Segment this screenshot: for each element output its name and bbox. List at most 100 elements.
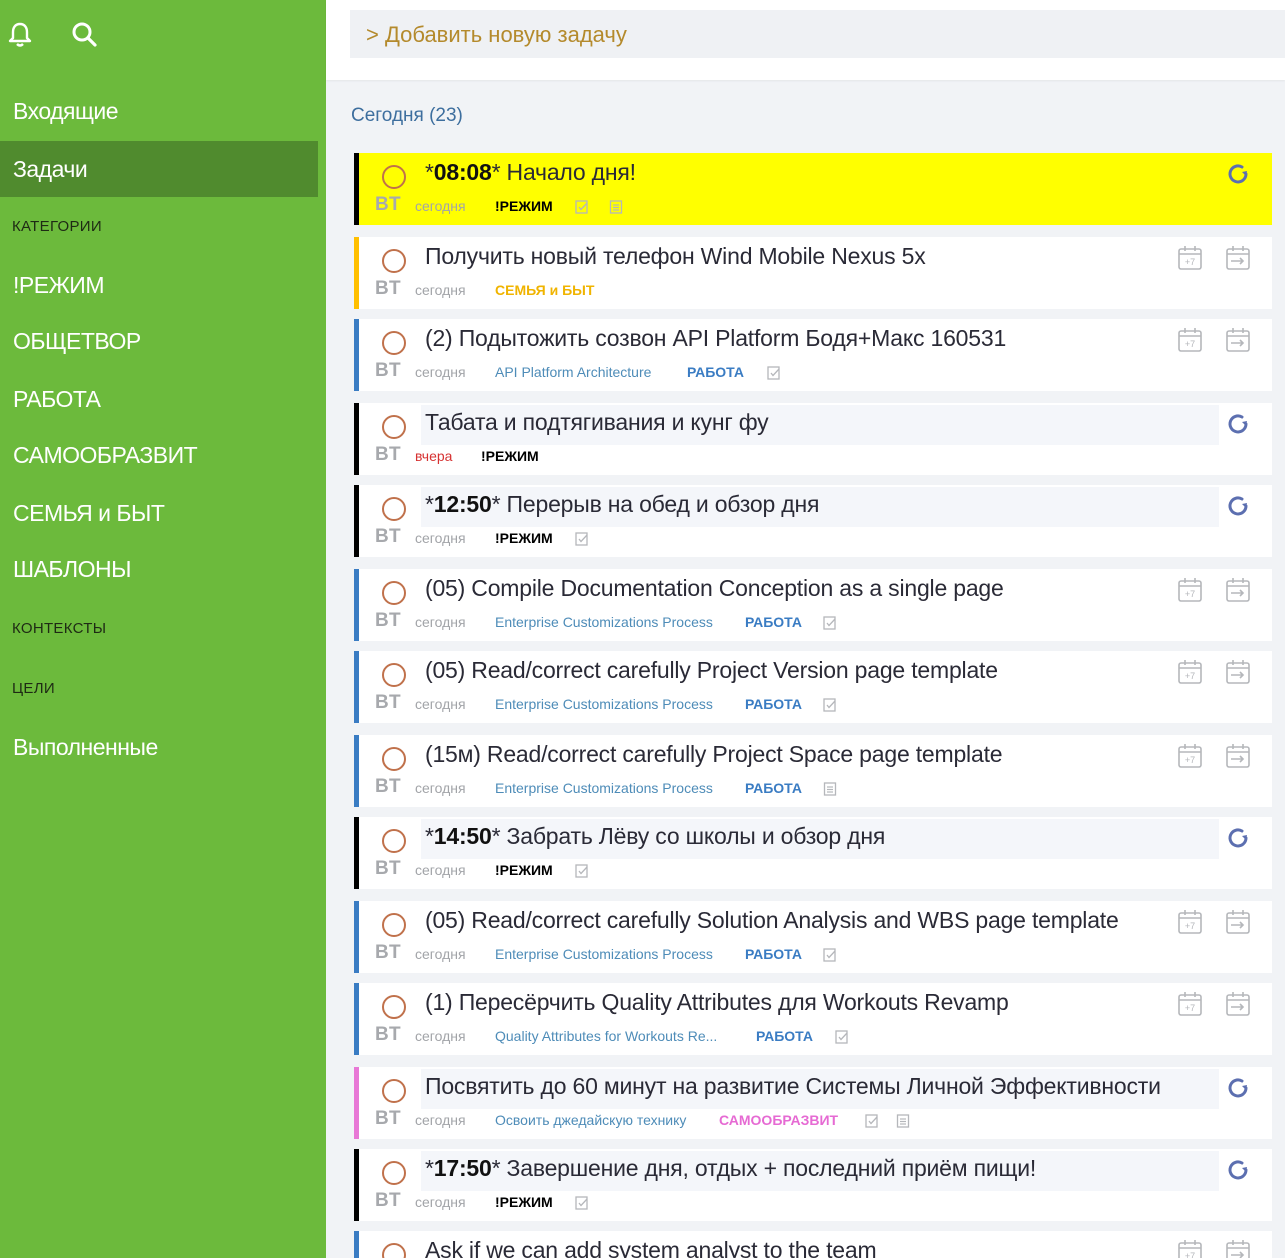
task-title-area[interactable]: (1) Пересёрчить Quality Attributes для W… xyxy=(421,985,1219,1025)
task-row[interactable]: (05) Read/correct carefully Solution Ana… xyxy=(354,901,1272,973)
task-project[interactable]: Освоить джедайскую технику xyxy=(495,1112,686,1128)
task-row[interactable]: (1) Пересёрчить Quality Attributes для W… xyxy=(354,983,1272,1055)
postpone-week-icon[interactable]: +7 xyxy=(1175,989,1205,1019)
complete-checkbox[interactable] xyxy=(382,663,406,687)
task-category[interactable]: РАБОТА xyxy=(687,364,744,380)
postpone-week-icon[interactable]: +7 xyxy=(1175,657,1205,687)
task-category[interactable]: СЕМЬЯ и БЫТ xyxy=(495,282,594,298)
sidebar-item-family[interactable]: СЕМЬЯ и БЫТ xyxy=(0,500,318,527)
postpone-week-icon[interactable]: +7 xyxy=(1175,243,1205,273)
sidebar-item-tasks[interactable]: Задачи xyxy=(0,141,318,197)
complete-checkbox[interactable] xyxy=(382,497,406,521)
task-category[interactable]: !РЕЖИМ xyxy=(481,448,539,464)
task-category[interactable]: РАБОТА xyxy=(745,780,802,796)
repeat-icon[interactable] xyxy=(1225,1157,1251,1183)
sidebar-item-work[interactable]: РАБОТА xyxy=(0,386,318,413)
task-title-area[interactable]: Табата и подтягивания и кунг фу xyxy=(421,405,1219,445)
task-title-area[interactable]: (05) Compile Documentation Conception as… xyxy=(421,571,1219,611)
move-to-tomorrow-icon[interactable] xyxy=(1223,575,1253,605)
sidebar-section-goals[interactable]: ЦЕЛИ xyxy=(12,680,55,697)
task-category[interactable]: РАБОТА xyxy=(756,1028,813,1044)
task-category[interactable]: !РЕЖИМ xyxy=(495,1194,553,1210)
task-category[interactable]: РАБОТА xyxy=(745,614,802,630)
complete-checkbox[interactable] xyxy=(382,829,406,853)
task-category[interactable]: САМООБРАЗВИТ xyxy=(719,1112,838,1128)
postpone-week-icon[interactable]: +7 xyxy=(1175,1237,1205,1258)
task-row[interactable]: (15м) Read/correct carefully Project Spa… xyxy=(354,735,1272,807)
move-to-tomorrow-icon[interactable] xyxy=(1223,243,1253,273)
sidebar-item-obshchetvor[interactable]: ОБЩЕТВОР xyxy=(0,328,318,355)
task-title-area[interactable]: (15м) Read/correct carefully Project Spa… xyxy=(421,737,1219,777)
task-project[interactable]: API Platform Architecture xyxy=(495,364,651,380)
move-to-tomorrow-icon[interactable] xyxy=(1223,907,1253,937)
task-title-area[interactable]: *14:50* Забрать Лёву со школы и обзор дн… xyxy=(421,819,1219,859)
move-to-tomorrow-icon[interactable] xyxy=(1223,1237,1253,1258)
complete-checkbox[interactable] xyxy=(382,1243,406,1258)
sidebar-item-inbox[interactable]: Входящие xyxy=(0,98,318,125)
task-title-area[interactable]: *17:50* Завершение дня, отдых + последни… xyxy=(421,1151,1219,1191)
task-row[interactable]: (05) Read/correct carefully Project Vers… xyxy=(354,651,1272,723)
move-to-tomorrow-icon[interactable] xyxy=(1223,741,1253,771)
task-category[interactable]: !РЕЖИМ xyxy=(495,530,553,546)
move-to-tomorrow-icon[interactable] xyxy=(1223,989,1253,1019)
task-row[interactable]: Ask if we can add system analyst to the … xyxy=(354,1231,1272,1258)
task-row[interactable]: Получить новый телефон Wind Mobile Nexus… xyxy=(354,237,1272,309)
task-category[interactable]: РАБОТА xyxy=(745,946,802,962)
postpone-week-icon[interactable]: +7 xyxy=(1175,325,1205,355)
complete-checkbox[interactable] xyxy=(382,747,406,771)
task-title-area[interactable]: *08:08* Начало дня! xyxy=(421,155,1219,195)
task-title-area[interactable]: (05) Read/correct carefully Project Vers… xyxy=(421,653,1219,693)
task-row[interactable]: (2) Подытожить созвон API Platform Бодя+… xyxy=(354,319,1272,391)
postpone-week-icon[interactable]: +7 xyxy=(1175,907,1205,937)
task-category[interactable]: !РЕЖИМ xyxy=(495,198,553,214)
sidebar-item-selfdev[interactable]: САМООБРАЗВИТ xyxy=(0,442,318,469)
task-category[interactable]: !РЕЖИМ xyxy=(495,862,553,878)
task-row[interactable]: *17:50* Завершение дня, отдых + последни… xyxy=(354,1149,1272,1221)
postpone-week-icon[interactable]: +7 xyxy=(1175,575,1205,605)
sidebar-item-templates[interactable]: ШАБЛОНЫ xyxy=(0,556,318,583)
task-project[interactable]: Quality Attributes for Workouts Re... xyxy=(495,1028,717,1044)
move-to-tomorrow-icon[interactable] xyxy=(1223,325,1253,355)
add-task-input[interactable]: > Добавить новую задачу xyxy=(350,10,1285,58)
task-title-area[interactable]: Ask if we can add system analyst to the … xyxy=(421,1233,1219,1258)
task-project[interactable]: Enterprise Customizations Process xyxy=(495,780,713,796)
repeat-icon[interactable] xyxy=(1225,161,1251,187)
task-title-area[interactable]: Получить новый телефон Wind Mobile Nexus… xyxy=(421,239,1219,279)
sidebar-item-mode[interactable]: !РЕЖИМ xyxy=(0,272,318,299)
svg-text:+7: +7 xyxy=(1185,1251,1195,1258)
task-project[interactable]: Enterprise Customizations Process xyxy=(495,614,713,630)
search-icon[interactable] xyxy=(70,20,98,48)
task-row[interactable]: Табата и подтягивания и кунг фу ВТ вчера… xyxy=(354,403,1272,475)
task-title-area[interactable]: (2) Подытожить созвон API Platform Бодя+… xyxy=(421,321,1219,361)
task-row[interactable]: *08:08* Начало дня! ВТ сегодня !РЕЖИМ xyxy=(354,153,1272,225)
task-project[interactable]: Enterprise Customizations Process xyxy=(495,946,713,962)
sidebar-item-completed[interactable]: Выполненные xyxy=(0,734,318,761)
complete-checkbox[interactable] xyxy=(382,249,406,273)
task-row[interactable]: *12:50* Перерыв на обед и обзор дня ВТ с… xyxy=(354,485,1272,557)
task-title-area[interactable]: (05) Read/correct carefully Solution Ana… xyxy=(421,903,1219,943)
task-category[interactable]: РАБОТА xyxy=(745,696,802,712)
task-project[interactable]: Enterprise Customizations Process xyxy=(495,696,713,712)
complete-checkbox[interactable] xyxy=(382,581,406,605)
move-to-tomorrow-icon[interactable] xyxy=(1223,657,1253,687)
complete-checkbox[interactable] xyxy=(382,331,406,355)
complete-checkbox[interactable] xyxy=(382,995,406,1019)
task-row[interactable]: (05) Compile Documentation Conception as… xyxy=(354,569,1272,641)
bell-icon[interactable] xyxy=(6,20,34,48)
complete-checkbox[interactable] xyxy=(382,913,406,937)
repeat-icon[interactable] xyxy=(1225,411,1251,437)
repeat-icon[interactable] xyxy=(1225,825,1251,851)
repeat-icon[interactable] xyxy=(1225,493,1251,519)
task-title-area[interactable]: *12:50* Перерыв на обед и обзор дня xyxy=(421,487,1219,527)
complete-checkbox[interactable] xyxy=(382,415,406,439)
complete-checkbox[interactable] xyxy=(382,1079,406,1103)
task-title-area[interactable]: Посвятить до 60 минут на развитие Систем… xyxy=(421,1069,1219,1109)
complete-checkbox[interactable] xyxy=(382,1161,406,1185)
sidebar-section-contexts[interactable]: КОНТЕКСТЫ xyxy=(12,620,106,637)
repeat-icon[interactable] xyxy=(1225,1075,1251,1101)
postpone-week-icon[interactable]: +7 xyxy=(1175,741,1205,771)
sidebar-section-categories[interactable]: КАТЕГОРИИ xyxy=(12,218,102,235)
task-row[interactable]: Посвятить до 60 минут на развитие Систем… xyxy=(354,1067,1272,1139)
complete-checkbox[interactable] xyxy=(382,165,406,189)
task-row[interactable]: *14:50* Забрать Лёву со школы и обзор дн… xyxy=(354,817,1272,889)
